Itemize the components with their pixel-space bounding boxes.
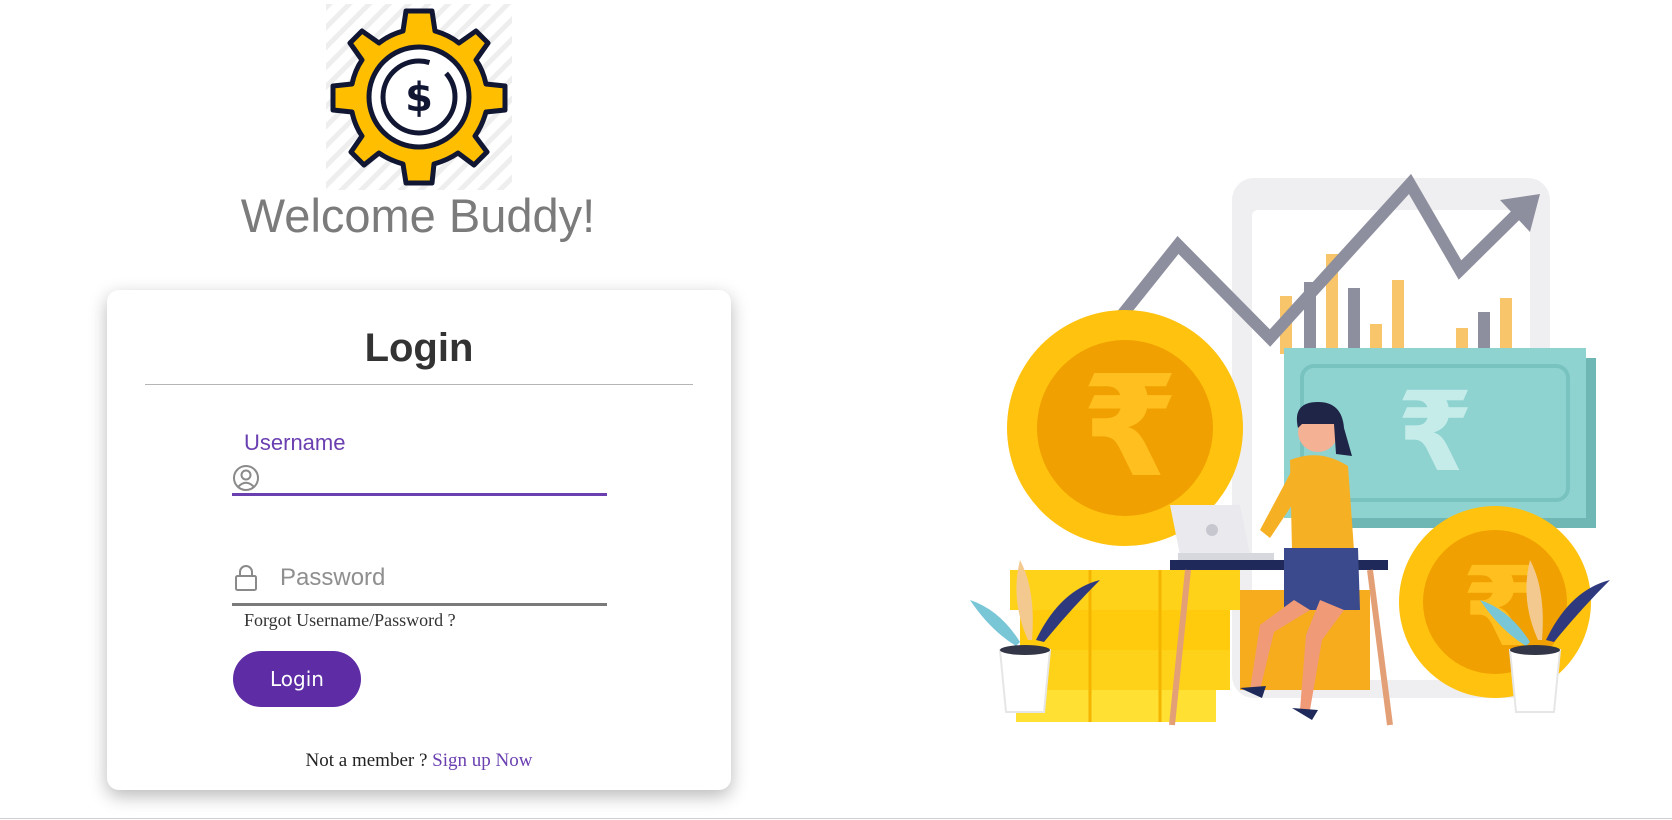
svg-text:$: $ [405,75,433,121]
login-title: Login [364,326,474,370]
signup-link[interactable]: Sign up Now [432,750,532,771]
login-page: $ Welcome Buddy! Login Username Forgot U… [0,0,1672,820]
password-input[interactable] [280,562,603,594]
forgot-credentials-link[interactable]: Forgot Username/Password ? [244,610,456,631]
signup-row: Not a member ? Sign up Now [107,750,731,772]
signup-prompt: Not a member ? [305,750,428,771]
username-underline [232,493,607,496]
login-card: Login Username Forgot Username/Password … [107,290,731,790]
note-rupee-glyph: ₹ [1397,368,1474,496]
coin-rupee-glyph: ₹ [1081,346,1178,509]
login-button[interactable]: Login [233,651,361,707]
gear-dollar-icon: $ [326,4,512,190]
username-label: Username [244,430,346,455]
welcome-heading: Welcome Buddy! [240,189,596,242]
title-divider [145,384,693,385]
lock-icon [232,564,260,592]
user-circle-icon [232,464,260,492]
password-field [232,550,607,606]
page-bottom-border [0,818,1672,819]
username-input[interactable] [280,460,603,492]
finance-illustration: ₹ ₹ ₹ [940,170,1650,780]
username-field: Username [232,430,607,496]
password-underline [232,603,607,606]
